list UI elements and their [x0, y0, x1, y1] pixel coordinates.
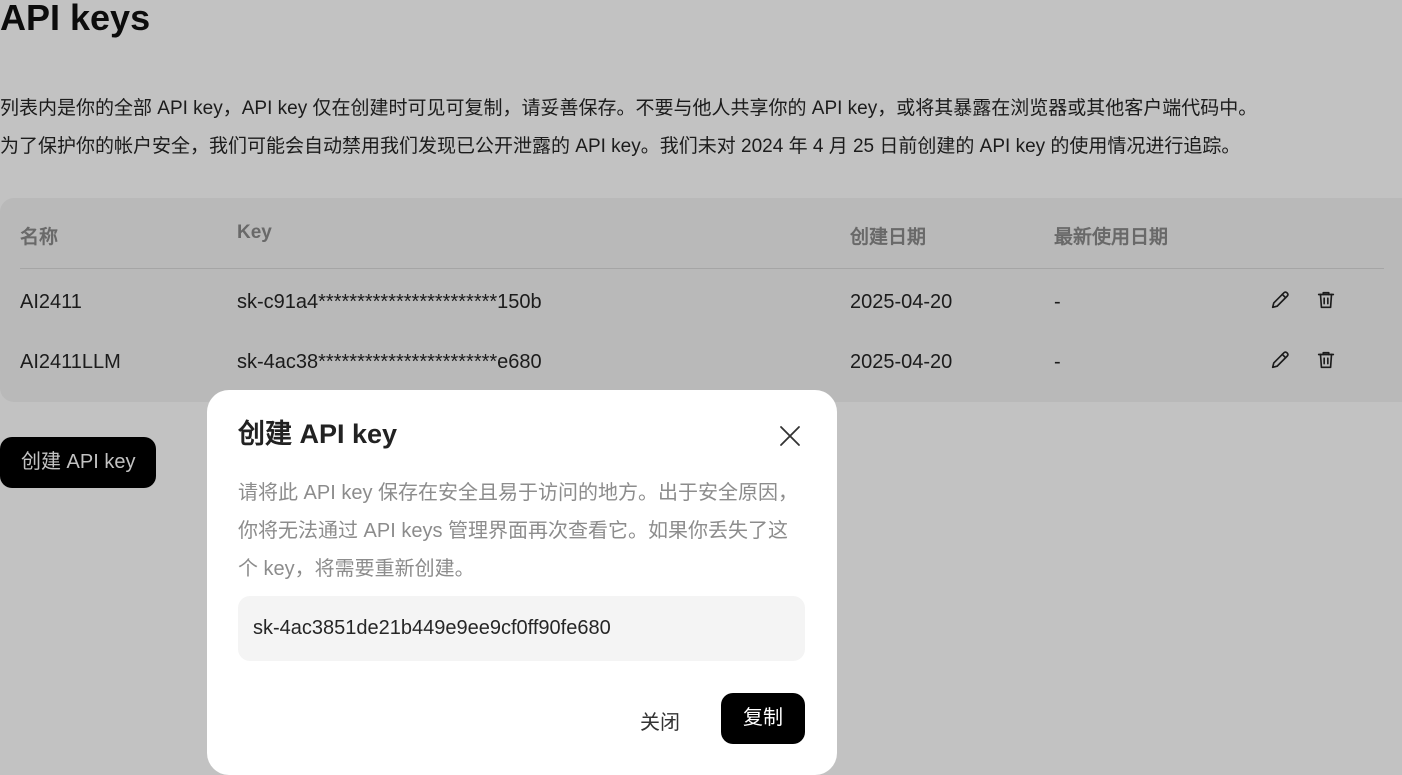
dialog-description: 请将此 API key 保存在安全且易于访问的地方。出于安全原因，你将无法通过 … [238, 482, 799, 580]
api-key-value-field[interactable]: sk-4ac3851de21b449e9ee9cf0ff90fe680 [238, 596, 805, 661]
copy-button[interactable]: 复制 [721, 693, 805, 744]
close-icon[interactable] [778, 424, 802, 448]
close-button[interactable]: 关闭 [640, 706, 680, 735]
dialog-title: 创建 API key [238, 419, 398, 449]
create-api-key-dialog: 创建 API key 请将此 API key 保存在安全且易于访问的地方。出于安… [207, 390, 837, 775]
